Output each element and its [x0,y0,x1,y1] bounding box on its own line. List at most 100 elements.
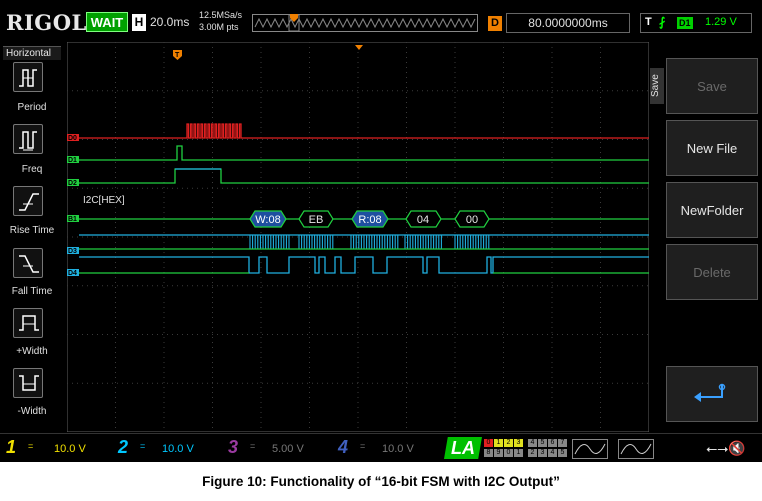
channel-label-d0: D0 [68,135,77,142]
logic-channel-la_bottom_digits-7[interactable]: 5 [558,449,567,457]
sample-rate: 12.5MSa/s [199,10,243,20]
memory-position-bar[interactable] [252,14,478,32]
waveform-source-2[interactable] [618,439,654,459]
save-menu-tab: Save [650,68,664,104]
trigger-level: 1.29 V [705,16,737,28]
memory-depth: 3.00M pts [199,22,239,32]
logic-channel-la_top_digits-4[interactable]: 4 [528,439,537,447]
rise-time-icon [19,193,39,211]
logic-channel-la_top_digits-1[interactable]: 1 [494,439,503,447]
measure-freq-label: Freq [21,164,43,175]
measure-rise-time-label: Rise Time [9,225,55,236]
rising-edge-icon: ⨏ [659,15,666,29]
sine-wave-icon [574,443,606,455]
trigger-label: T [645,16,652,28]
svg-text:T: T [175,52,180,59]
channel-2-scale: 10.0 V [162,443,194,455]
channel-1-number: 1 [6,437,17,457]
waveform-source-1[interactable] [572,439,608,459]
channel-1-coupling: = [28,441,34,451]
channel-label-d4: D4 [68,270,77,277]
measure-fall-time-label: Fall Time [11,286,53,297]
sample-info: 12.5MSa/s 3.00M pts [199,9,242,33]
waveform-grid[interactable]: T D0 D1 D2 B1 D3 D4 I2C[HEX] W:08 EB R:0… [67,42,649,432]
speaker-mute-icon[interactable]: 🔇 [728,440,745,457]
horizontal-label: H [132,14,146,31]
measure-freq-button[interactable] [13,124,43,154]
measure-period-label: Period [17,102,47,113]
logic-channel-la_top_digits-3[interactable]: 3 [514,439,523,447]
softkey-menu: Save Save New File NewFolder Delete [650,44,762,436]
trigger-position-marker-icon [290,14,298,22]
bus-packet-1[interactable]: EB [298,210,334,228]
period-icon [19,69,37,87]
memory-waveform-icon [254,14,476,32]
channel-2-number: 2 [118,437,129,457]
measure-period-button[interactable] [13,62,43,92]
bus-packet-0-label: W:08 [255,214,280,226]
logic-channel-la_top_digits-5[interactable]: 5 [538,439,547,447]
logic-channel-la_top_digits-2[interactable]: 2 [504,439,513,447]
trigger-source: D1 [677,17,693,29]
logic-channel-la_bottom_digits-4[interactable]: 2 [528,449,537,457]
channel-3-coupling: = [250,441,256,451]
logic-channel-la_bottom_digits-0[interactable]: 8 [484,449,493,457]
bus-label: I2C[HEX] [83,195,125,206]
delay-label: D [488,16,502,31]
channel-3-scale: 5.00 V [272,443,304,455]
bus-packet-2-label: R:08 [358,214,381,226]
measure-rise-time-button[interactable] [13,186,43,216]
logic-channel-grid[interactable]: 01234567 89012345 [484,439,568,459]
top-status-bar: RIGOL WAIT H 20.0ms 12.5MSa/s 3.00M pts … [0,0,762,40]
bus-packet-0[interactable]: W:08 [249,210,287,228]
oscilloscope-screen: RIGOL WAIT H 20.0ms 12.5MSa/s 3.00M pts … [0,0,762,462]
channel-label-b1: B1 [68,216,77,223]
channel-label-d3: D3 [68,248,77,255]
trigger-info[interactable]: T ⨏ D1 1.29 V [640,13,752,33]
enter-button[interactable] [666,366,758,422]
delay-value[interactable]: 80.0000000ms [506,13,630,33]
bus-packet-3[interactable]: 04 [405,210,442,228]
measure-menu-title: Horizontal [3,46,61,60]
neg-width-icon [19,375,39,391]
bus-packet-3-label: 04 [417,214,429,226]
fall-time-icon [19,255,39,273]
logic-channel-la_bottom_digits-1[interactable]: 9 [494,449,503,457]
freq-icon [19,131,37,151]
bus-packet-2[interactable]: R:08 [351,210,389,228]
logic-channel-la_top_digits-7[interactable]: 7 [558,439,567,447]
logic-channel-la_top_digits-6[interactable]: 6 [548,439,557,447]
logic-channel-la_top_digits-0[interactable]: 0 [484,439,493,447]
measure-pos-width-button[interactable] [13,308,43,338]
bus-packet-4[interactable]: 00 [454,210,490,228]
logic-analyzer-badge[interactable]: LA [444,437,482,459]
logic-channel-la_bottom_digits-6[interactable]: 4 [548,449,557,457]
channel-2-coupling: = [140,441,146,451]
new-file-button[interactable]: New File [666,120,758,176]
logic-channel-la_bottom_digits-3[interactable]: 1 [514,449,523,457]
delete-button[interactable]: Delete [666,244,758,300]
sine-wave-icon [620,443,652,455]
channel-4-number: 4 [338,437,349,457]
channel-2-status[interactable]: 2 = 10.0 V [118,437,218,460]
usb-icon: ⭠⭢ [706,440,729,456]
save-button[interactable]: Save [666,58,758,114]
channel-1-status[interactable]: 1 = 10.0 V [6,437,106,460]
channel-1-scale: 10.0 V [54,443,86,455]
measure-neg-width-button[interactable] [13,368,43,398]
channel-label-d2: D2 [68,180,77,187]
channel-label-d1: D1 [68,157,77,164]
new-folder-button[interactable]: NewFolder [666,182,758,238]
bus-packet-4-label: 00 [466,214,478,226]
measure-pos-width-label: +Width [16,346,48,357]
logic-channel-la_bottom_digits-2[interactable]: 0 [504,449,513,457]
measure-fall-time-button[interactable] [13,248,43,278]
pos-width-icon [19,315,39,331]
channel-3-status[interactable]: 3 = 5.00 V [228,437,328,460]
logic-channel-la_bottom_digits-5[interactable]: 3 [538,449,547,457]
timebase-value: 20.0ms [150,15,190,29]
figure-caption: Figure 10: Functionality of “16-bit FSM … [202,474,560,489]
channel-3-number: 3 [228,437,239,457]
channel-4-coupling: = [360,441,366,451]
channel-4-status[interactable]: 4 = 10.0 V [338,437,438,460]
